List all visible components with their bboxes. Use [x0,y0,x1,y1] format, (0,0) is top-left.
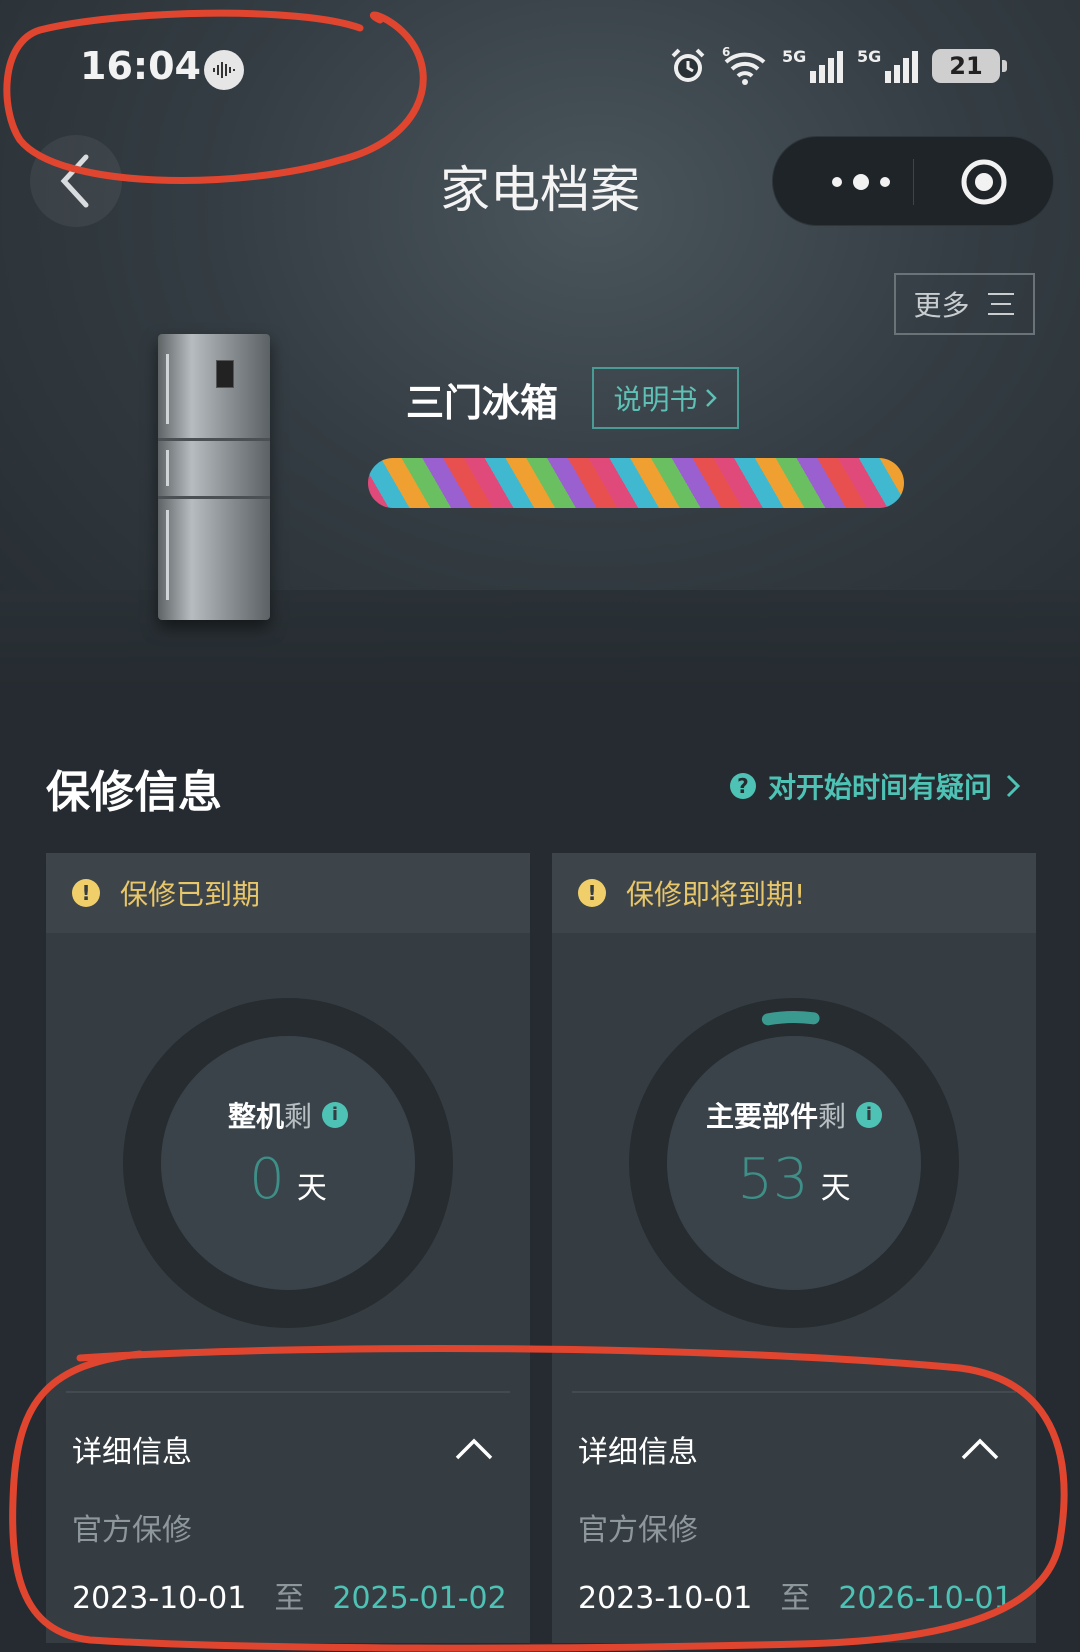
warranty-period: 2023-10-01 至 2025-01-02 [72,1573,507,1617]
more-dots-icon[interactable] [811,157,911,207]
target-circle-icon[interactable] [959,157,1009,207]
ring-label-bold: 整机 [227,1099,284,1133]
network-label: 5G [857,47,882,66]
capsule-divider [913,159,914,205]
chevron-up-icon [961,1438,999,1460]
remaining-days: 0 [249,1146,285,1212]
manual-button[interactable]: 说明书 [592,367,739,429]
warranty-status-bar: ! 保修即将到期! [552,853,1036,933]
wifi-icon: 6 [722,45,768,86]
chevron-right-icon [705,389,717,407]
ring-label-rest: 剩 [818,1099,847,1133]
warranty-card: ! 保修已到期 整机 剩 i 0 天 详细信息 官方保修 2023-10-01 … [46,853,530,1643]
warning-icon: ! [578,879,606,907]
alarm-icon [668,46,708,86]
chevron-right-icon [1006,774,1021,798]
signal-5g-icon: 5G [857,47,918,83]
end-date: 2025-01-02 [332,1581,507,1616]
network-label: 5G [782,47,807,66]
refrigerator-image [158,334,270,620]
ring-label-rest: 剩 [284,1099,313,1133]
status-icons: 6 5G 5G 21 [668,45,1007,86]
manual-label: 说明书 [613,383,698,416]
official-warranty-label: 官方保修 [72,1513,192,1548]
remaining-days: 53 [737,1146,809,1212]
detail-toggle[interactable]: 详细信息 [578,1427,1000,1471]
more-label: 更多 [913,289,970,322]
remaining-ring: 整机 剩 i 0 天 [116,991,460,1335]
detail-title: 详细信息 [72,1435,192,1470]
redacted-serial [368,458,904,508]
end-date: 2026-10-01 [838,1581,1013,1616]
detail-toggle[interactable]: 详细信息 [72,1427,494,1471]
question-icon: ? [729,773,756,799]
warranty-card: ! 保修即将到期! 主要部件 剩 i 53 天 详细信息 官方保修 2023-1… [552,853,1036,1643]
divider [572,1391,1016,1393]
voice-assistant-icon [204,50,244,90]
menu-lines-icon [987,293,1014,315]
start-time-question-link[interactable]: ? 对开始时间有疑问 [729,766,1022,806]
question-link-label: 对开始时间有疑问 [767,771,992,804]
wifi-badge: 6 [722,46,730,59]
warranty-status-bar: ! 保修已到期 [46,853,530,933]
official-warranty-label: 官方保修 [578,1513,698,1548]
product-name: 三门冰箱 [406,381,559,425]
section-title: 保修信息 [46,767,222,818]
mini-program-capsule [772,136,1054,226]
warning-icon: ! [72,879,100,907]
battery-icon: 21 [932,49,1007,83]
remaining-ring: 主要部件 剩 i 53 天 [622,991,966,1335]
warranty-status: 保修即将到期! [626,878,806,911]
info-icon[interactable]: i [322,1101,349,1128]
warranty-status: 保修已到期 [120,878,261,911]
ring-label-bold: 主要部件 [705,1099,818,1133]
warranty-period: 2023-10-01 至 2026-10-01 [578,1573,1013,1617]
battery-level: 21 [949,52,983,80]
days-unit: 天 [296,1170,327,1206]
signal-5g-icon: 5G [782,47,843,83]
start-date: 2023-10-01 [72,1581,247,1616]
start-date: 2023-10-01 [578,1581,753,1616]
detail-title: 详细信息 [578,1435,698,1470]
to-label: 至 [274,1581,305,1616]
to-label: 至 [780,1581,811,1616]
more-button[interactable]: 更多 [894,273,1035,335]
days-unit: 天 [820,1170,851,1206]
chevron-up-icon [455,1438,493,1460]
info-icon[interactable]: i [856,1101,883,1128]
status-time: 16:04 [80,44,201,88]
divider [66,1391,510,1393]
